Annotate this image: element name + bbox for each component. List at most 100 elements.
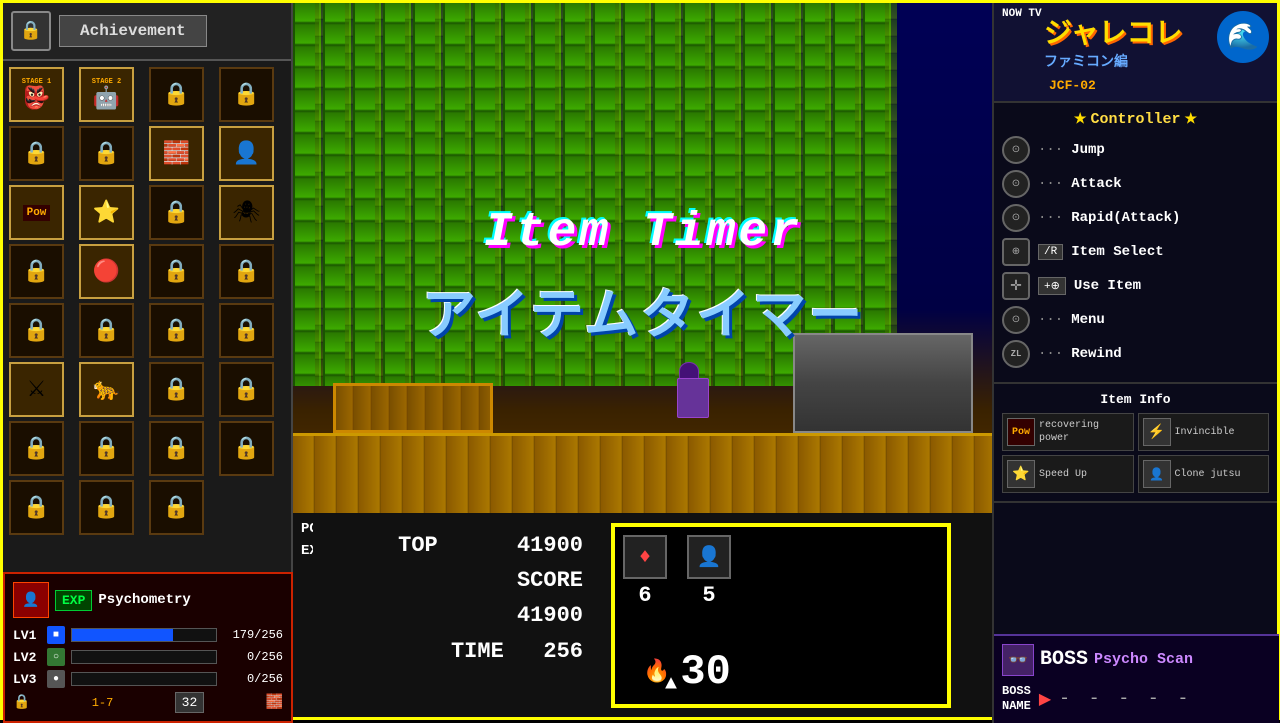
lv3-row: LV3 ● 0/256 <box>13 670 283 688</box>
grid-cell-2[interactable]: STAGE 2 🤖 <box>79 67 134 122</box>
item-info-section: Item Info Pow recoveringpower ⚡ Invincib… <box>994 384 1277 503</box>
lv1-icon: ■ <box>47 626 65 644</box>
score-area: TOP 41900 SCORE 41900 TIME 256 <box>313 518 593 693</box>
wave-icon: 🌊 <box>1217 11 1269 63</box>
left-panel: 🔒 Achievement STAGE 1 👺 STAGE 2 🤖 🔒 <box>3 3 293 723</box>
achievement-label: Achievement <box>59 15 207 47</box>
grid-cell-29: 🔒 <box>9 480 64 535</box>
lv3-value: 0/256 <box>223 672 283 686</box>
grid-cell-10[interactable]: ⭐ <box>79 185 134 240</box>
game-title-jp: アイテムタイマー <box>422 270 865 350</box>
right-panel: NOW TV ジャレコレ ファミコン編 JCF-02 🌊 ★ Controlle… <box>992 3 1277 723</box>
ctrl-use-item: ✛ +⊕ Use Item <box>1002 272 1269 300</box>
lv1-label: LV1 <box>13 628 41 643</box>
grid-cell-12[interactable]: 🕷 <box>219 185 274 240</box>
logo-main: ジャレコレ <box>1044 11 1183 51</box>
ctrl-attack: ⊙ ··· Attack <box>1002 170 1269 198</box>
screen-wrapper: 🔒 Achievement STAGE 1 👺 STAGE 2 🤖 🔒 <box>0 0 1280 720</box>
lv3-bar <box>71 672 217 686</box>
up-arrow: ▲ <box>665 673 677 696</box>
top-label: TOP <box>398 533 438 558</box>
boss-arrow: ▶ <box>1039 689 1051 709</box>
lv2-row: LV2 ○ 0/256 <box>13 648 283 666</box>
time-label: TIME <box>451 639 504 664</box>
grid-cell-7[interactable]: 🧱 <box>149 126 204 181</box>
item-info-grid: Pow recoveringpower ⚡ Invincible ⭐ Speed… <box>1002 413 1269 493</box>
grid-cell-8[interactable]: 👤 <box>219 126 274 181</box>
exp-bottom-row: 🔒 1-7 32 🧱 <box>13 692 283 713</box>
lv1-row: LV1 ■ 179/256 <box>13 626 283 644</box>
grid-cell-21[interactable]: ⚔ <box>9 362 64 417</box>
grid-cell-empty <box>219 480 274 535</box>
grid-cell-20: 🔒 <box>219 303 274 358</box>
exp-title: Psychometry <box>98 592 190 608</box>
grid-cell-9[interactable]: Pow <box>9 185 64 240</box>
boss-name-row: BOSSNAME ▶ - - - - - <box>1002 684 1271 715</box>
ctrl-icon-rapid: ⊙ <box>1002 204 1030 232</box>
grid-cell-14[interactable]: 🔴 <box>79 244 134 299</box>
grid-cell-25: 🔒 <box>9 421 64 476</box>
item-select-box[interactable]: ♦ 6 👤 5 🔥 30 ▲ <box>611 523 951 708</box>
boss-title-row: 👓 BOSS Psycho Scan <box>1002 644 1271 676</box>
lv2-icon: ○ <box>47 648 65 666</box>
game-background: Item Timer アイテムタイマー <box>293 3 993 513</box>
lv1-value: 179/256 <box>223 628 283 642</box>
boss-section: 👓 BOSS Psycho Scan BOSSNAME ▶ - - - - - <box>994 634 1279 723</box>
ctrl-icon-rewind: ZL <box>1002 340 1030 368</box>
top-row: TOP 41900 <box>323 528 583 563</box>
grid-cell-31: 🔒 <box>149 480 204 535</box>
boss-subtitle: Psycho Scan <box>1094 651 1193 668</box>
item-slot-2: 👤 5 <box>687 535 731 608</box>
time-row: TIME 256 <box>323 634 583 669</box>
exp-score-num: 32 <box>175 692 205 713</box>
lv2-value: 0/256 <box>223 650 283 664</box>
game-title-en: Item Timer <box>484 206 802 260</box>
ctrl-rewind: ZL ··· Rewind <box>1002 340 1269 368</box>
boss-field-label: BOSSNAME <box>1002 684 1031 715</box>
ctrl-jump: ⊙ ··· Jump <box>1002 136 1269 164</box>
exp-header: 👤 EXP Psychometry <box>13 582 283 618</box>
exp-badge: EXP <box>55 590 92 611</box>
grid-cell-22[interactable]: 🐆 <box>79 362 134 417</box>
achievement-grid: STAGE 1 👺 STAGE 2 🤖 🔒 🔒 🔒 🔒 <box>3 61 291 541</box>
item-speedup-icon: ⭐ <box>1007 460 1035 488</box>
star-left: ★ <box>1074 111 1087 128</box>
controller-section: ★ Controller ★ ⊙ ··· Jump ⊙ ··· Attack ⊙… <box>994 103 1277 384</box>
grid-cell-11: 🔒 <box>149 185 204 240</box>
item-pow-icon: Pow <box>1007 418 1035 446</box>
now-tv-label: NOW TV <box>1002 8 1042 20</box>
grid-cell-18: 🔒 <box>79 303 134 358</box>
item-top-row: ♦ 6 👤 5 <box>623 535 939 608</box>
ctrl-item-select: ⊕ /R Item Select <box>1002 238 1269 266</box>
grid-cell-23: 🔒 <box>149 362 204 417</box>
item-speedup-cell: ⭐ Speed Up <box>1002 455 1134 493</box>
item-slot-1-num: 6 <box>638 583 651 608</box>
item-slot-2-icon: 👤 <box>687 535 731 579</box>
time-value: 256 <box>543 639 583 664</box>
item-count: 30 <box>680 648 730 696</box>
ctrl-icon-menu: ⊙ <box>1002 306 1030 334</box>
item-info-title: Item Info <box>1002 392 1269 407</box>
ctrl-icon-use: ✛ <box>1002 272 1030 300</box>
level-range: 1-7 <box>92 696 114 710</box>
item-clone-cell: 👤 Clone jutsu <box>1138 455 1270 493</box>
item-invincible-cell: ⚡ Invincible <box>1138 413 1270 451</box>
score-label: SCORE <box>517 568 583 593</box>
grid-cell-30: 🔒 <box>79 480 134 535</box>
top-value: 41900 <box>517 533 583 558</box>
score-display: TOP 41900 SCORE 41900 TIME 256 <box>323 528 583 669</box>
score-row: SCORE <box>323 563 583 598</box>
score-value: 41900 <box>517 603 583 628</box>
logo-sub: ファミコン編 <box>1044 51 1128 71</box>
logo-area: NOW TV ジャレコレ ファミコン編 JCF-02 🌊 <box>994 3 1277 103</box>
star-right: ★ <box>1185 111 1198 128</box>
score-value-row: 41900 <box>323 598 583 633</box>
grid-cell-1[interactable]: STAGE 1 👺 <box>9 67 64 122</box>
boss-icon: 👓 <box>1002 644 1034 676</box>
grid-cell-15: 🔒 <box>149 244 204 299</box>
item-pow-cell: Pow recoveringpower <box>1002 413 1134 451</box>
item-slot-2-num: 5 <box>702 583 715 608</box>
item-clone-icon: 👤 <box>1143 460 1171 488</box>
lv1-bar <box>71 628 217 642</box>
item-invincible-icon: ⚡ <box>1143 418 1171 446</box>
